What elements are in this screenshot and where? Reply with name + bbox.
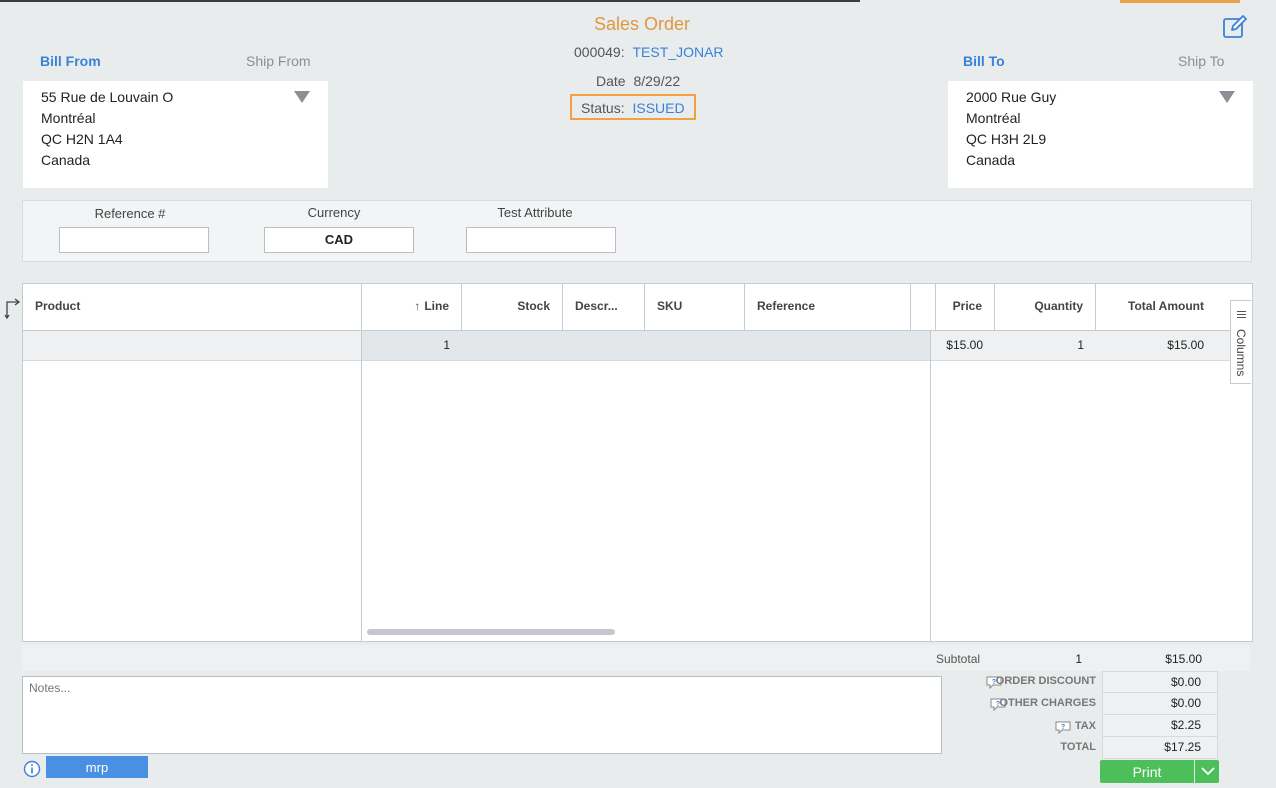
- order-number-row: 000049: TEST_JONAR: [574, 44, 724, 60]
- reference-input[interactable]: [59, 227, 209, 253]
- bill-to-address-card[interactable]: 2000 Rue Guy Montréal QC H3H 2L9 Canada: [948, 81, 1253, 188]
- resize-column-icon[interactable]: [4, 298, 22, 320]
- top-border: [0, 0, 860, 2]
- info-icon[interactable]: [23, 760, 41, 778]
- other-charges-label: OTHER CHARGES: [999, 697, 1096, 709]
- col-reference[interactable]: Reference: [745, 284, 911, 330]
- line-items-grid: Product ↑ Line Stock Descr... SKU Referen…: [22, 283, 1253, 642]
- cell-reference[interactable]: [745, 331, 931, 360]
- currency-label: Currency: [307, 205, 361, 220]
- address-line: Montréal: [966, 110, 1021, 126]
- col-quantity[interactable]: Quantity: [995, 284, 1096, 330]
- tab-ship-from[interactable]: Ship From: [246, 53, 311, 69]
- chevron-down-icon: [1201, 767, 1215, 776]
- cell-price[interactable]: $15.00: [931, 331, 995, 360]
- test-attribute-input[interactable]: [466, 227, 616, 253]
- test-attribute-label: Test Attribute: [497, 205, 573, 220]
- other-charges-value[interactable]: $0.00: [1102, 693, 1218, 715]
- column-divider: [361, 624, 362, 642]
- address-line: 55 Rue de Louvain O: [41, 89, 174, 105]
- subtotal-label: Subtotal: [936, 652, 981, 666]
- address-line: Canada: [41, 152, 91, 168]
- address-line: QC H3H 2L9: [966, 131, 1047, 147]
- cell-stock[interactable]: [462, 331, 563, 360]
- tax-value[interactable]: $2.25: [1102, 715, 1218, 737]
- page-title: Sales Order: [593, 14, 691, 34]
- status-row: Status: ISSUED: [581, 100, 685, 116]
- triangle-down-icon[interactable]: [1219, 91, 1235, 103]
- col-line-label: Line: [424, 299, 449, 313]
- edit-icon[interactable]: [1222, 14, 1248, 40]
- status-value[interactable]: ISSUED: [632, 100, 684, 116]
- reference-label: Reference #: [94, 206, 166, 221]
- col-sku[interactable]: SKU: [645, 284, 745, 330]
- date-value[interactable]: 8/29/22: [633, 73, 680, 89]
- col-price[interactable]: Price: [931, 284, 995, 330]
- address-line: Canada: [966, 152, 1016, 168]
- cell-description[interactable]: [563, 331, 645, 360]
- date-label: Date: [596, 73, 626, 89]
- notes-textarea[interactable]: [22, 676, 942, 754]
- table-row[interactable]: 1 $15.00 1 $15.00: [23, 331, 1231, 361]
- columns-panel-toggle[interactable]: Columns: [1230, 300, 1251, 384]
- col-description[interactable]: Descr...: [563, 284, 645, 330]
- column-divider: [361, 330, 362, 641]
- cell-sku[interactable]: [645, 331, 745, 360]
- col-line[interactable]: ↑ Line: [362, 284, 462, 330]
- status-label: Status:: [581, 100, 625, 116]
- tax-label: TAX: [1074, 720, 1096, 732]
- print-button[interactable]: Print: [1100, 760, 1194, 783]
- subtotal-quantity: 1: [1075, 652, 1082, 666]
- print-options-dropdown[interactable]: [1195, 760, 1219, 783]
- tab-bill-from[interactable]: Bill From: [40, 53, 101, 69]
- col-product[interactable]: Product: [23, 284, 362, 330]
- col-stock[interactable]: Stock: [462, 284, 563, 330]
- address-line: Montréal: [41, 110, 96, 126]
- total-value: $17.25: [1102, 737, 1218, 759]
- menu-icon: [1237, 311, 1246, 320]
- total-label: TOTAL: [1060, 741, 1096, 753]
- cell-total[interactable]: $15.00: [1096, 331, 1216, 360]
- tab-bill-to[interactable]: Bill To: [963, 53, 1005, 69]
- col-total-amount[interactable]: Total Amount: [1096, 284, 1216, 330]
- date-row: Date 8/29/22: [596, 73, 680, 89]
- order-number-link[interactable]: TEST_JONAR: [633, 44, 724, 60]
- mrp-button[interactable]: mrp: [46, 756, 148, 778]
- triangle-down-icon[interactable]: [294, 91, 310, 103]
- currency-select[interactable]: CAD: [264, 227, 414, 253]
- order-discount-value[interactable]: $0.00: [1102, 671, 1218, 693]
- order-number-label: 000049:: [574, 44, 625, 60]
- grid-header: Product ↑ Line Stock Descr... SKU Referen…: [23, 284, 1231, 331]
- top-accent-bar: [1120, 0, 1240, 3]
- order-discount-label: ORDER DISCOUNT: [995, 675, 1096, 687]
- bill-from-address-card[interactable]: 55 Rue de Louvain O Montréal QC H2N 1A4 …: [23, 81, 328, 188]
- columns-label: Columns: [1234, 329, 1248, 377]
- cell-line[interactable]: 1: [362, 331, 462, 360]
- cell-quantity[interactable]: 1: [995, 331, 1096, 360]
- address-line: QC H2N 1A4: [41, 131, 123, 147]
- tab-ship-to[interactable]: Ship To: [1178, 53, 1224, 69]
- sort-arrow-up-icon: ↑: [414, 299, 421, 313]
- column-divider: [930, 330, 931, 641]
- horizontal-scrollbar[interactable]: [367, 629, 615, 635]
- address-line: 2000 Rue Guy: [966, 89, 1057, 105]
- subtotal-amount: $15.00: [1165, 652, 1202, 666]
- cell-product[interactable]: [23, 331, 362, 360]
